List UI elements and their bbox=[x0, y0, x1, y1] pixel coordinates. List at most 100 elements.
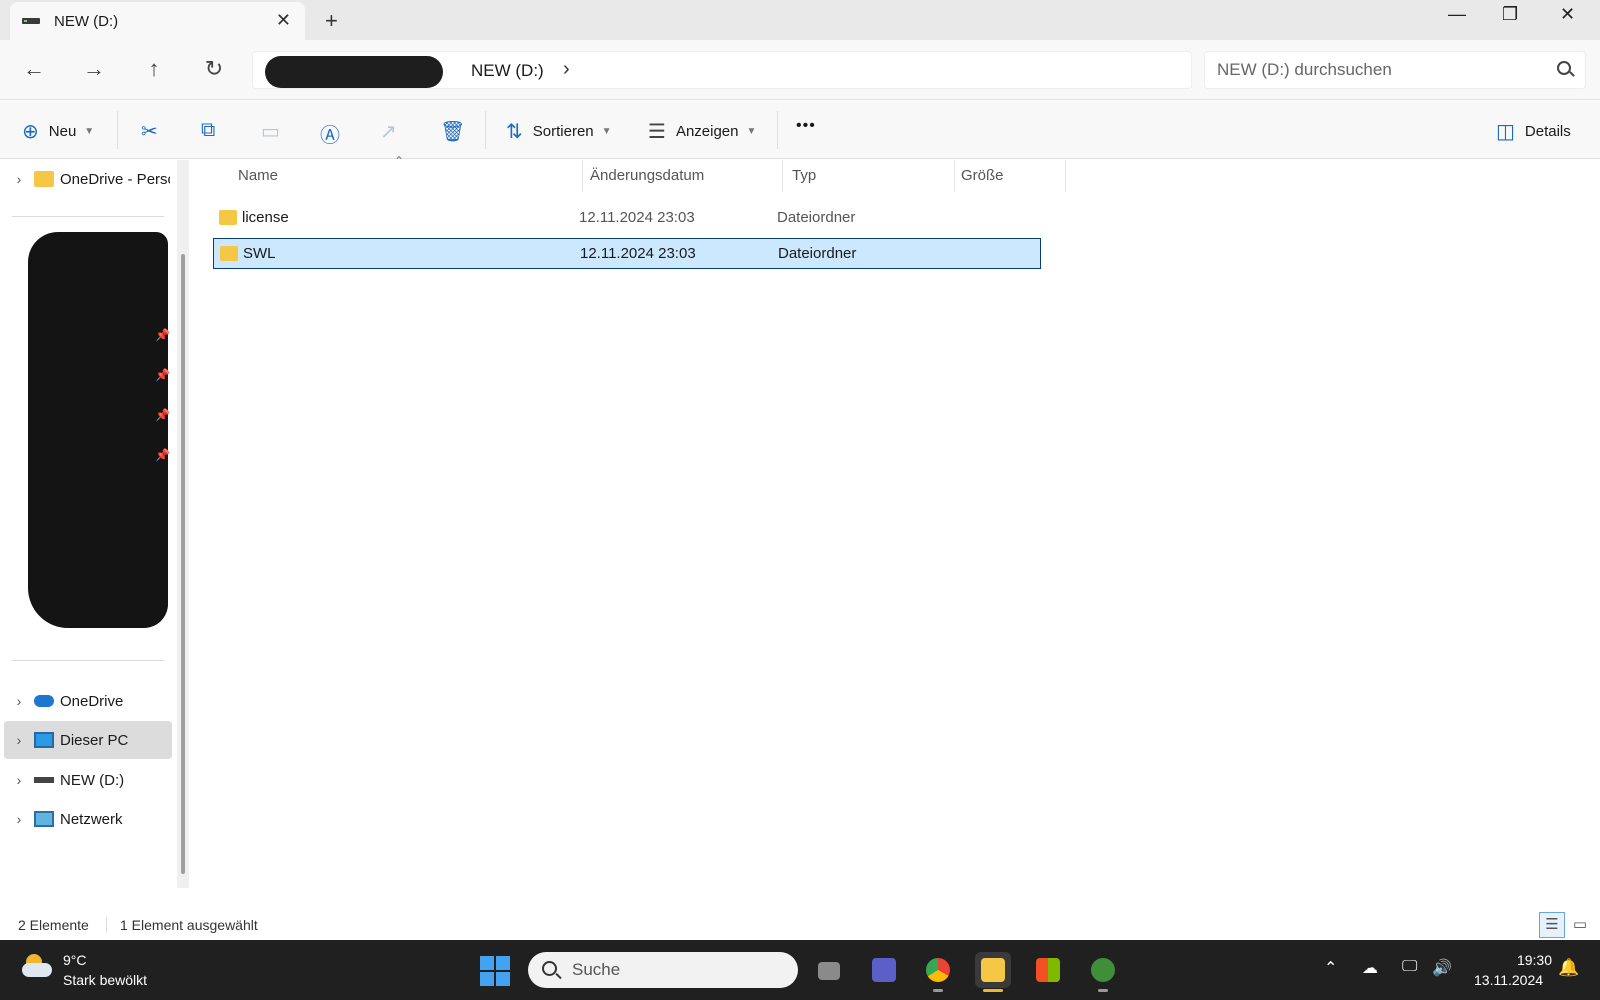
notification-bell-icon[interactable]: 🔔 bbox=[1558, 958, 1579, 978]
search-input[interactable] bbox=[1217, 60, 1537, 80]
search-box[interactable] bbox=[1204, 51, 1586, 89]
folder-icon bbox=[220, 246, 238, 261]
chevron-down-icon: ▼ bbox=[746, 126, 757, 137]
chevron-down-icon: ▼ bbox=[601, 126, 612, 137]
address-bar[interactable]: NEW (D:) › bbox=[252, 51, 1192, 89]
delete-button[interactable]: 🗑 bbox=[440, 119, 465, 144]
teams-button[interactable] bbox=[866, 952, 902, 988]
column-divider[interactable] bbox=[582, 160, 583, 192]
clock-time[interactable]: 19:30 bbox=[1504, 952, 1552, 968]
chevron-right-icon[interactable]: › bbox=[4, 811, 34, 827]
column-divider[interactable] bbox=[954, 160, 955, 192]
navigation-bar: ← → ↑ ↻ NEW (D:) › bbox=[0, 40, 1600, 100]
file-explorer-icon bbox=[981, 958, 1005, 982]
chevron-down-icon: ▼ bbox=[84, 126, 95, 137]
chevron-right-icon[interactable]: › bbox=[4, 732, 34, 748]
cut-button[interactable]: ✂ bbox=[141, 119, 158, 144]
file-name: license bbox=[242, 209, 289, 226]
new-tab-button[interactable]: + bbox=[325, 8, 338, 34]
scrollbar-thumb[interactable] bbox=[181, 254, 185, 874]
view-label: Anzeigen bbox=[675, 123, 739, 140]
folder-icon bbox=[34, 171, 54, 187]
file-row-selected[interactable]: SWL 12.11.2024 23:03 Dateiordner bbox=[213, 238, 1041, 269]
title-bar: NEW (D:) ✕ + — ❐ ✕ bbox=[0, 0, 1600, 40]
store-button[interactable] bbox=[1030, 952, 1066, 988]
volume-icon[interactable]: 🔊 bbox=[1432, 958, 1452, 978]
rename-button[interactable]: Ⓐ bbox=[320, 119, 340, 148]
tab-new-d[interactable]: NEW (D:) ✕ bbox=[10, 2, 305, 40]
details-view-button[interactable]: ☰ bbox=[1539, 912, 1565, 938]
view-button[interactable]: ☰ Anzeigen ▼ bbox=[648, 119, 756, 144]
copy-button[interactable]: ⧉ bbox=[201, 119, 215, 142]
sidebar-scrollbar[interactable] bbox=[177, 160, 189, 888]
up-button[interactable]: ↑ bbox=[139, 56, 169, 82]
sidebar-item-network[interactable]: › Netzwerk bbox=[4, 800, 172, 838]
task-view-button[interactable] bbox=[812, 952, 848, 988]
taskbar: 9°C Stark bewölkt Suche ⌃ ☁ 🖵 🔊 19:30 13… bbox=[0, 940, 1600, 1000]
back-button[interactable]: ← bbox=[19, 56, 49, 82]
close-window-button[interactable]: ✕ bbox=[1560, 4, 1575, 25]
map-app-button[interactable] bbox=[1085, 952, 1121, 992]
chevron-right-icon[interactable]: › bbox=[4, 772, 34, 788]
column-header-type[interactable]: Typ bbox=[792, 167, 816, 184]
sidebar-item-label: NEW (D:) bbox=[60, 771, 125, 789]
more-options-button[interactable]: ••• bbox=[796, 117, 816, 135]
file-type: Dateiordner bbox=[777, 209, 856, 226]
sidebar-item-this-pc[interactable]: › Dieser PC bbox=[4, 721, 172, 759]
pin-icon: 📌 bbox=[155, 368, 170, 382]
weather-condition[interactable]: Stark bewölkt bbox=[63, 972, 147, 988]
column-header-size[interactable]: Größe bbox=[961, 167, 1004, 184]
start-button-windows-icon[interactable] bbox=[480, 956, 510, 986]
plus-circle-icon: ⊕ bbox=[22, 121, 39, 143]
sidebar-item-onedrive[interactable]: › OneDrive bbox=[4, 682, 172, 720]
taskbar-search[interactable]: Suche bbox=[528, 952, 798, 988]
divider bbox=[12, 660, 164, 661]
column-header-name[interactable]: Name bbox=[238, 167, 278, 184]
share-button[interactable]: ↗ bbox=[380, 119, 397, 144]
cloud-offline-icon[interactable]: ☁ bbox=[1362, 958, 1378, 978]
chevron-right-icon[interactable]: › bbox=[4, 693, 34, 709]
sidebar-item-new-d[interactable]: › NEW (D:) bbox=[4, 761, 172, 799]
chrome-button[interactable] bbox=[920, 952, 956, 992]
drive-icon bbox=[22, 18, 40, 24]
item-count: 2 Elemente bbox=[18, 917, 89, 933]
weather-cloud-icon[interactable] bbox=[22, 954, 52, 978]
column-divider[interactable] bbox=[1065, 160, 1066, 192]
details-button[interactable]: ◫ Details bbox=[1496, 119, 1571, 144]
column-divider[interactable] bbox=[782, 160, 783, 192]
forward-button[interactable]: → bbox=[79, 56, 109, 82]
share-icon: ↗ bbox=[380, 121, 397, 143]
sort-button[interactable]: ⇅ Sortieren ▼ bbox=[506, 119, 612, 144]
divider bbox=[117, 111, 118, 149]
sidebar-item-onedrive-personal[interactable]: › OneDrive - Perso bbox=[4, 160, 172, 198]
sort-ascending-icon: ⌃ bbox=[394, 154, 405, 168]
file-modified: 12.11.2024 23:03 bbox=[580, 245, 696, 262]
chevron-up-icon[interactable]: ⌃ bbox=[1324, 958, 1337, 978]
task-view-icon bbox=[818, 962, 840, 980]
weather-temperature[interactable]: 9°C bbox=[63, 952, 87, 968]
redacted-area bbox=[265, 56, 443, 88]
selection-count: 1 Element ausgewählt bbox=[120, 917, 258, 933]
details-pane-icon: ◫ bbox=[1496, 121, 1515, 143]
breadcrumb-chevron-icon[interactable]: › bbox=[563, 58, 570, 81]
file-row[interactable]: license 12.11.2024 23:03 Dateiordner bbox=[213, 203, 1041, 234]
new-button[interactable]: ⊕ Neu ▼ bbox=[22, 119, 94, 144]
chrome-icon bbox=[926, 958, 950, 982]
chevron-right-icon[interactable]: › bbox=[4, 171, 34, 187]
paste-button[interactable]: ▭ bbox=[261, 119, 280, 144]
status-bar: 2 Elemente 1 Element ausgewählt ☰ ▭ bbox=[0, 910, 1600, 940]
file-explorer-button[interactable] bbox=[975, 952, 1011, 992]
taskbar-search-label: Suche bbox=[572, 960, 621, 979]
tiles-view-button[interactable]: ▭ bbox=[1567, 912, 1593, 938]
tab-close-icon[interactable]: ✕ bbox=[276, 10, 291, 31]
column-header-modified[interactable]: Änderungsdatum bbox=[590, 167, 704, 184]
clock-date[interactable]: 13.11.2024 bbox=[1474, 972, 1543, 988]
network-icon[interactable]: 🖵 bbox=[1402, 958, 1417, 976]
breadcrumb-drive[interactable]: NEW (D:) bbox=[471, 61, 544, 81]
folder-icon bbox=[219, 210, 237, 225]
maximize-button[interactable]: ❐ bbox=[1502, 4, 1518, 25]
refresh-button[interactable]: ↻ bbox=[199, 56, 229, 82]
divider bbox=[106, 917, 107, 933]
globe-icon bbox=[1091, 958, 1115, 982]
minimize-button[interactable]: — bbox=[1448, 4, 1466, 25]
